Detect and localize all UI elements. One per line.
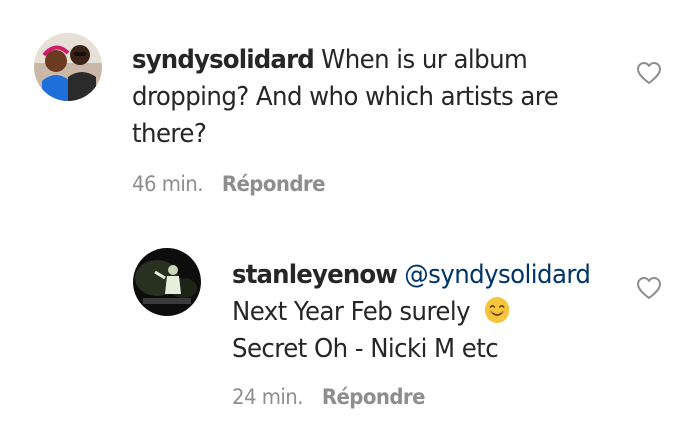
avatar[interactable] — [133, 248, 201, 316]
comment-username[interactable]: stanleyenow — [232, 260, 398, 290]
smiling-face-emoji — [483, 295, 511, 325]
avatar-photo — [133, 248, 201, 316]
comment-text: When is ur album — [321, 45, 528, 75]
comment-syndysolidard: syndysolidard When is ur album dropping?… — [0, 0, 700, 210]
comment-text: Next Year Feb surely — [232, 297, 471, 327]
comment-timestamp: 46 min. — [132, 172, 204, 196]
comment-body: syndysolidard When is ur album dropping?… — [132, 42, 559, 153]
avatar-photo — [34, 33, 102, 101]
comment-username[interactable]: syndysolidard — [132, 45, 315, 75]
comment-meta: 24 min. Répondre — [232, 385, 425, 409]
comment-meta: 46 min. Répondre — [132, 172, 325, 196]
avatar[interactable] — [34, 33, 102, 101]
comment-stanleyenow: stanleyenow @syndysolidard Next Year Feb… — [0, 210, 700, 441]
reply-button[interactable]: Répondre — [322, 385, 426, 409]
comment-text: there? — [132, 119, 207, 149]
reply-button[interactable]: Répondre — [222, 172, 326, 196]
comment-body: stanleyenow @syndysolidard Next Year Feb… — [232, 257, 591, 368]
heart-outline-icon[interactable] — [636, 61, 662, 85]
heart-outline-icon[interactable] — [636, 276, 662, 300]
comment-text: Secret Oh - Nicki M etc — [232, 334, 499, 364]
mention-link[interactable]: @syndysolidard — [404, 260, 591, 290]
comment-timestamp: 24 min. — [232, 385, 304, 409]
comment-text: dropping? And who which artists are — [132, 82, 559, 112]
